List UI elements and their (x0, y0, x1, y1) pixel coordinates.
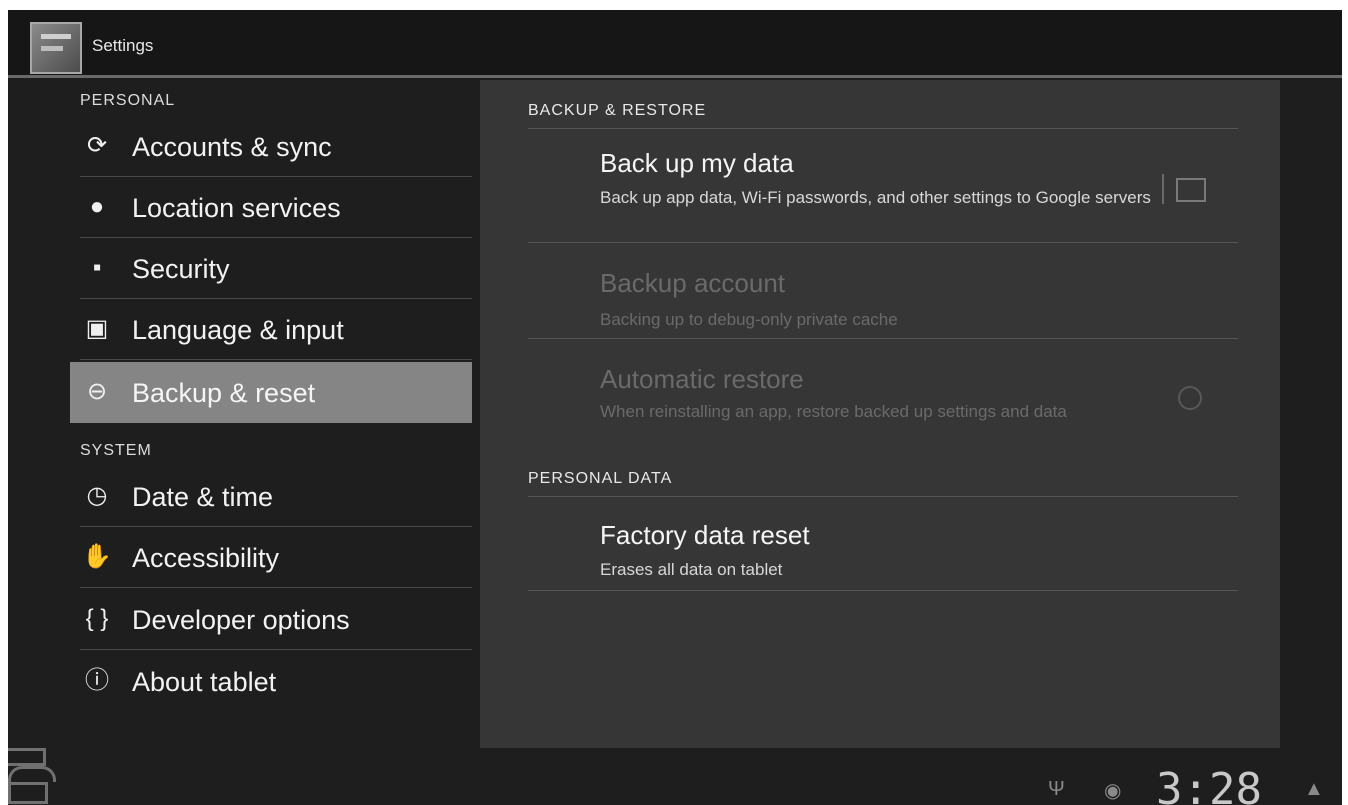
sidebar-item-label: Accessibility (132, 543, 280, 573)
info-icon: ⓘ (85, 667, 109, 694)
sidebar-item-language-input[interactable]: ▣ Language & input (70, 299, 472, 360)
sidebar-item-label: Location services (132, 193, 341, 223)
hand-icon: ✋ (82, 543, 112, 570)
divider (528, 128, 1238, 129)
recent-apps-button[interactable] (8, 782, 48, 804)
sidebar-item-developer-options[interactable]: { } Developer options (70, 589, 472, 650)
braces-icon: { } (85, 605, 109, 632)
sidebar-item-about-tablet[interactable]: ⓘ About tablet (70, 651, 472, 712)
back-up-my-data-summary: Back up app data, Wi-Fi passwords, and o… (600, 188, 1151, 207)
tablet-screen: Settings PERSONAL ⟳ Accounts & sync ● Lo… (8, 10, 1342, 805)
sidebar-item-label: Developer options (132, 605, 350, 635)
sidebar-item-label: Accounts & sync (132, 132, 332, 162)
sidebar-item-accounts-sync[interactable]: ⟳ Accounts & sync (70, 116, 472, 177)
divider (80, 359, 472, 360)
wifi-signal-icon: ▲ (1304, 778, 1324, 800)
backup-restore-section-header: BACKUP & RESTORE (528, 102, 707, 119)
sidebar-item-backup-reset[interactable]: ⊖ Backup & reset (70, 362, 472, 423)
backup-icon: ⊖ (86, 378, 108, 405)
back-up-my-data-title: Back up my data (600, 148, 794, 178)
divider (80, 587, 472, 588)
automatic-restore-title: Automatic restore (600, 364, 804, 394)
divider (528, 496, 1238, 497)
status-clock[interactable]: 3:28 (1156, 764, 1262, 805)
action-bar: Settings (8, 10, 1342, 78)
sidebar-item-label: Date & time (132, 482, 274, 512)
factory-data-reset-title: Factory data reset (600, 520, 810, 550)
sidebar-item-label: Backup & reset (132, 378, 316, 408)
sidebar-item-accessibility[interactable]: ✋ Accessibility (70, 527, 472, 588)
keyboard-icon: ▣ (85, 315, 109, 342)
sidebar-item-label: About tablet (132, 667, 277, 697)
divider (80, 649, 472, 650)
sidebar-item-location-services[interactable]: ● Location services (70, 177, 472, 238)
checkbox-separator (1162, 174, 1164, 204)
location-icon: ● (89, 193, 105, 220)
sidebar-item-security[interactable]: ▪ Security (70, 238, 472, 299)
automatic-restore-summary: When reinstalling an app, restore backed… (600, 402, 1067, 421)
home-button[interactable] (8, 766, 56, 782)
sidebar-item-label: Security (132, 254, 230, 284)
factory-data-reset-summary: Erases all data on tablet (600, 560, 783, 579)
lock-icon: ▪ (92, 254, 102, 281)
backup-account-summary: Backing up to debug-only private cache (600, 310, 898, 329)
settings-app-icon[interactable] (30, 22, 82, 74)
personal-header: PERSONAL (80, 92, 176, 109)
backup-reset-detail-panel: BACKUP & RESTORE Back up my data Back up… (480, 80, 1280, 748)
back-button[interactable] (8, 748, 46, 766)
automatic-restore-checkbox[interactable] (1178, 386, 1202, 410)
divider (528, 338, 1238, 339)
divider (528, 242, 1238, 243)
usb-icon: Ψ (1048, 778, 1065, 800)
settings-categories-list: PERSONAL ⟳ Accounts & sync ● Location se… (8, 78, 478, 723)
sync-icon: ⟳ (86, 132, 108, 159)
personal-data-section-header: PERSONAL DATA (528, 470, 673, 487)
sidebar-item-label: Language & input (132, 315, 344, 345)
back-up-my-data-checkbox[interactable] (1176, 178, 1206, 202)
divider (528, 590, 1238, 591)
system-navigation-bar: Ψ ◉ 3:28 ▲ (8, 748, 1342, 805)
sidebar-item-date-time[interactable]: ◷ Date & time (70, 466, 472, 527)
clock-icon: ◷ (86, 482, 108, 509)
app-title: Settings (92, 36, 154, 55)
android-debug-icon: ◉ (1104, 780, 1122, 802)
backup-account-title: Backup account (600, 268, 786, 298)
system-header: SYSTEM (80, 442, 152, 459)
